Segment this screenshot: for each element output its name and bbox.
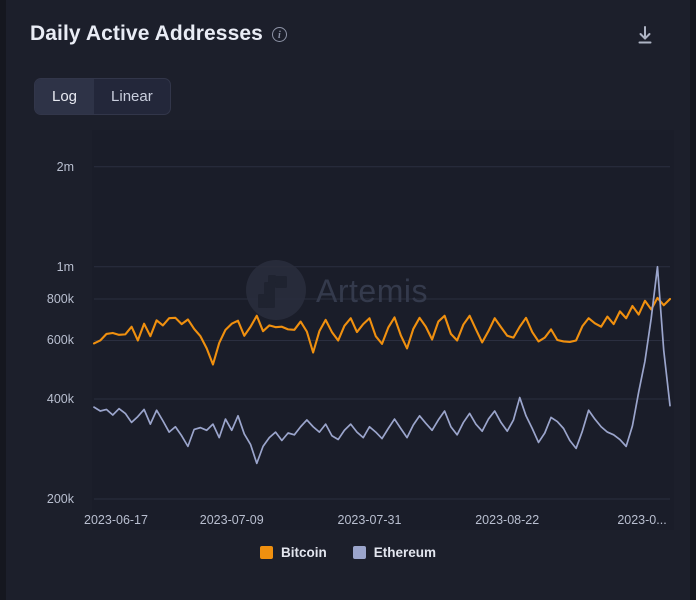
chart-plot-area[interactable]: Artemis 2m1m800k600k400k200k2023-06-1720… [6,130,690,530]
y-axis-tick-label: 600k [14,333,74,347]
chart-card: Daily Active Addresses i Log Linear [6,0,690,600]
download-icon[interactable] [634,24,656,48]
legend-swatch-bitcoin [260,546,273,559]
toggle-linear[interactable]: Linear [94,79,170,114]
x-axis-tick-label: 2023-07-09 [200,513,264,527]
legend-label-ethereum: Ethereum [374,545,436,560]
card-header: Daily Active Addresses i [6,0,690,70]
legend-swatch-ethereum [353,546,366,559]
y-axis-tick-label: 800k [14,292,74,306]
x-axis-tick-label: 2023-07-31 [337,513,401,527]
toggle-log[interactable]: Log [35,79,94,114]
legend-item-ethereum[interactable]: Ethereum [353,545,436,560]
x-axis-tick-label: 2023-08-22 [475,513,539,527]
y-axis-tick-label: 400k [14,392,74,406]
chart-svg [6,130,690,530]
y-axis-tick-label: 2m [14,160,74,174]
title-row: Daily Active Addresses i [30,22,287,46]
y-axis-tick-label: 200k [14,492,74,506]
legend-item-bitcoin[interactable]: Bitcoin [260,545,327,560]
y-axis-tick-label: 1m [14,260,74,274]
x-axis-tick-label: 2023-06-17 [84,513,148,527]
x-axis-tick-label: 2023-0... [617,513,666,527]
chart-legend: Bitcoin Ethereum [6,545,690,560]
legend-label-bitcoin: Bitcoin [281,545,327,560]
info-icon[interactable]: i [272,27,287,42]
scale-toggle-group: Log Linear [34,78,171,115]
page-title: Daily Active Addresses [30,22,263,46]
